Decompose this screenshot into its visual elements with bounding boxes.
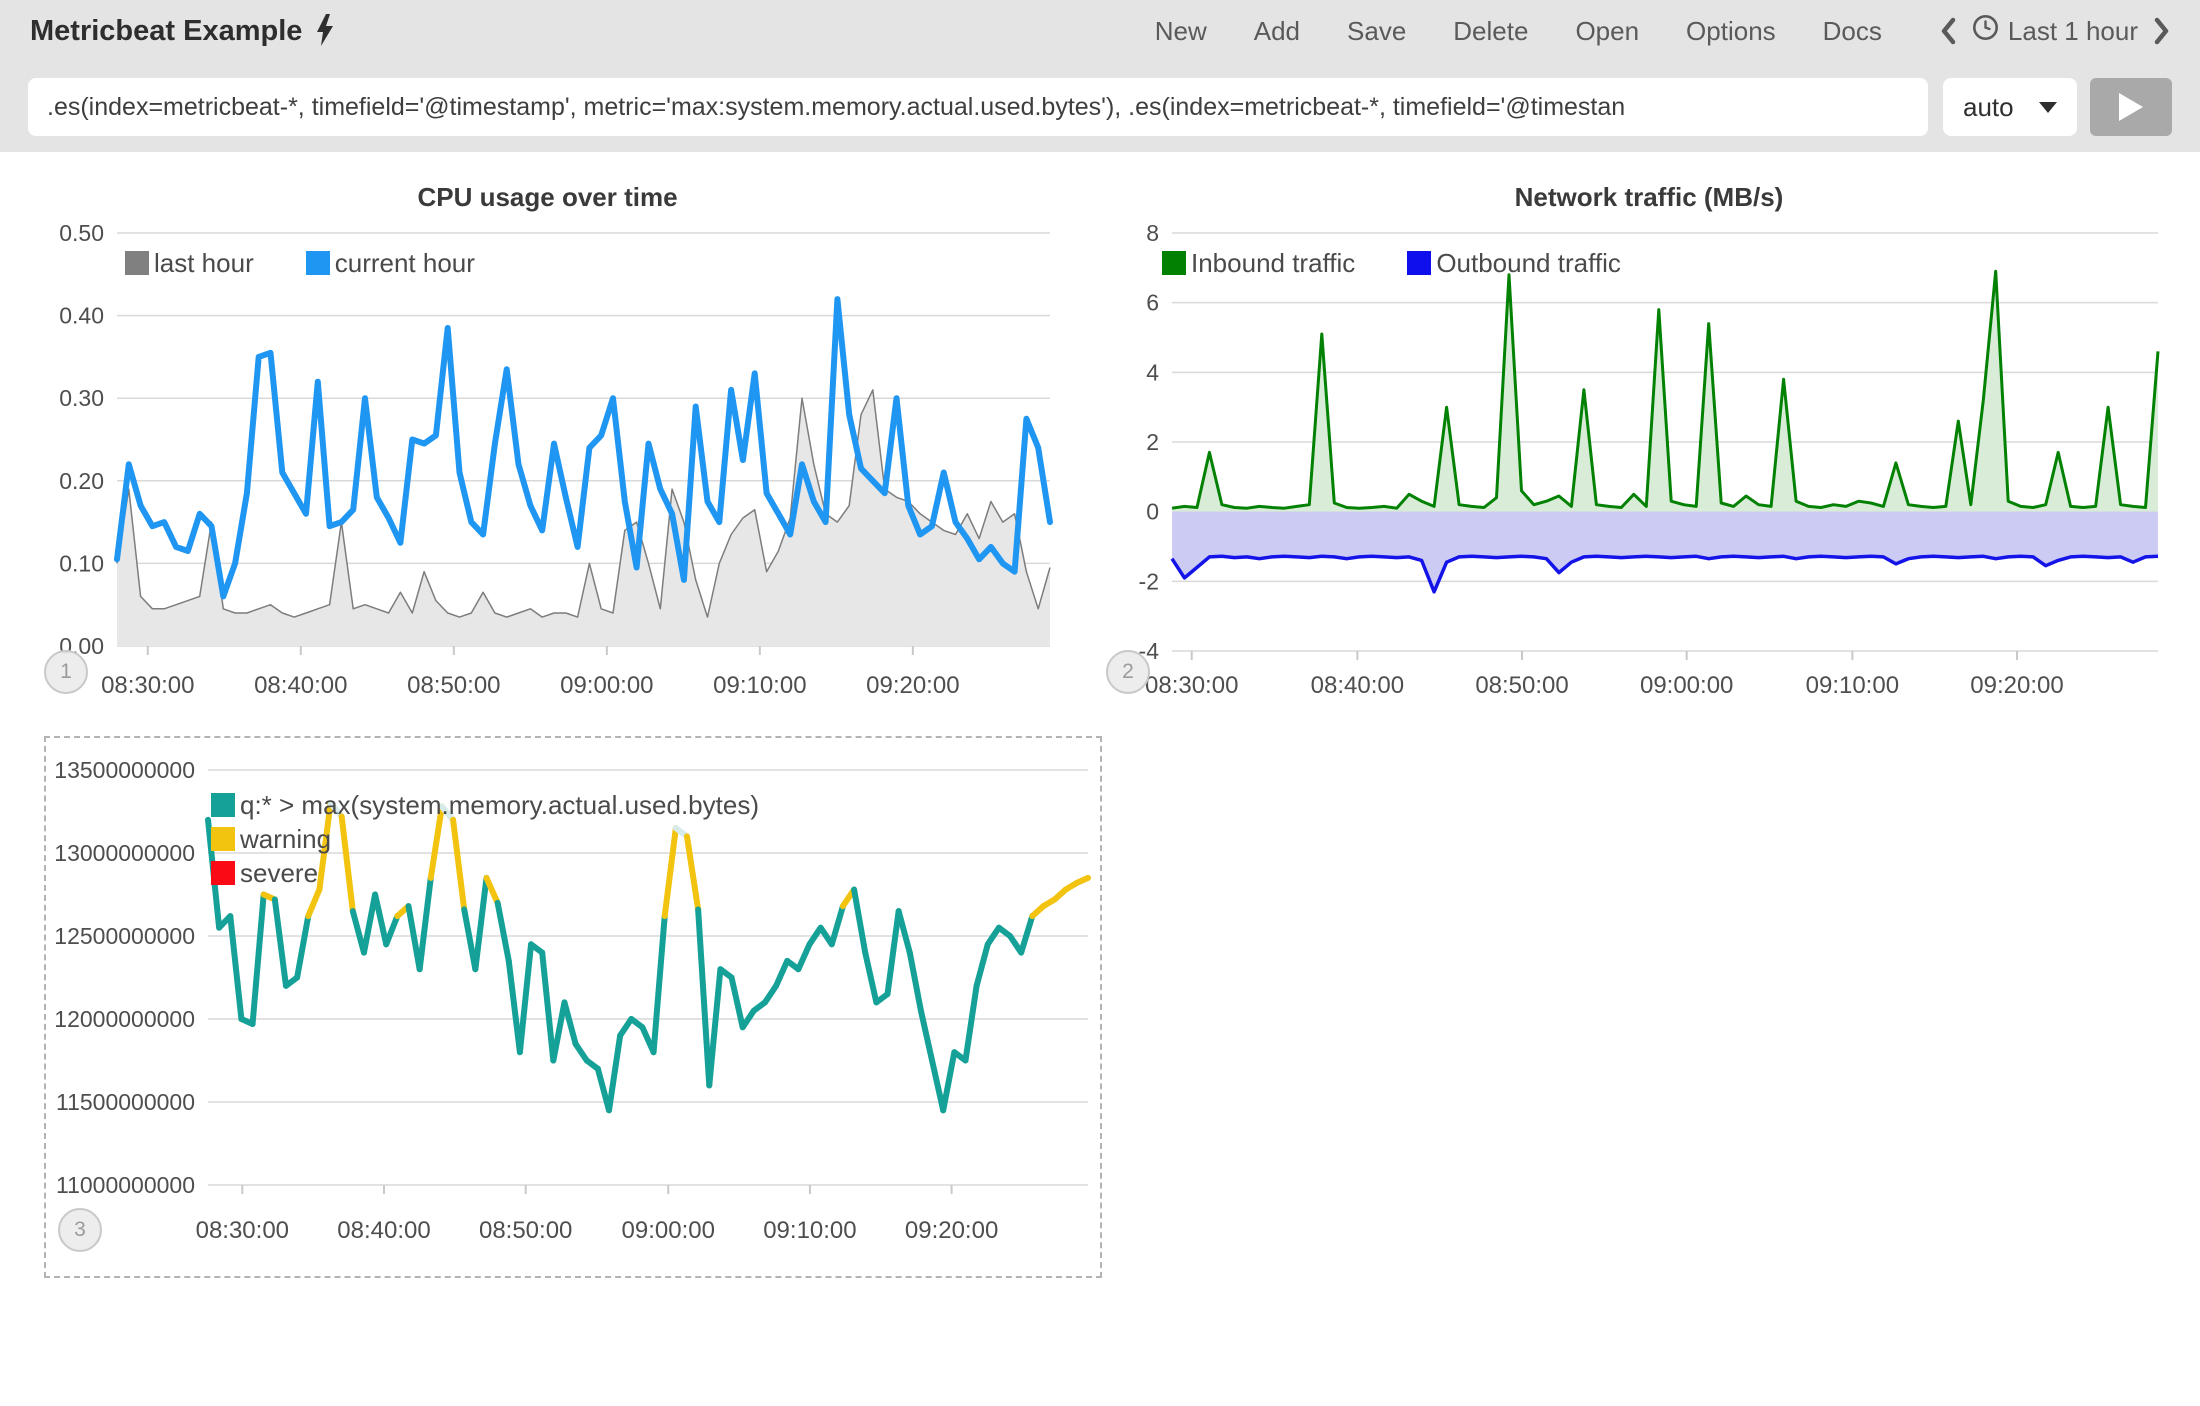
svg-text:2: 2 [1146,429,1159,455]
svg-text:09:20:00: 09:20:00 [1970,672,2063,699]
svg-text:0.10: 0.10 [59,550,104,576]
play-icon [2117,91,2145,123]
legend-label: current hour [335,248,475,279]
legend-label: Inbound traffic [1191,248,1355,279]
svg-text:0.50: 0.50 [59,220,104,246]
svg-text:0.20: 0.20 [59,468,104,494]
time-range-button[interactable]: Last 1 hour [1972,14,2138,48]
svg-text:6: 6 [1146,290,1159,316]
chart-panel-network-traffic[interactable]: Network traffic (MB/s) 86420-2-408:30:00… [1128,168,2170,728]
legend-label: last hour [154,248,254,279]
svg-text:08:50:00: 08:50:00 [1475,672,1568,699]
chart-panel-memory-used[interactable]: 13500000000 13000000000 12500000000 1200000… [44,736,1102,1278]
legend-swatch [211,793,235,817]
svg-text:08:30:00: 08:30:00 [196,1217,289,1244]
svg-text:4: 4 [1146,359,1159,385]
legend-swatch [306,251,330,275]
svg-text:08:30:00: 08:30:00 [1145,672,1238,699]
legend-swatch [211,861,235,885]
svg-text:08:50:00: 08:50:00 [479,1217,572,1244]
svg-text:12000000000: 12000000000 [54,1006,195,1032]
svg-text:09:00:00: 09:00:00 [560,672,653,699]
svg-text:13000000000: 13000000000 [54,840,195,866]
legend-item-1[interactable]: Outbound traffic [1407,246,1621,280]
timelion-expression-input[interactable] [28,78,1928,136]
chart-legend: q:* > max(system.memory.actual.used.byte… [211,788,759,890]
svg-text:08:40:00: 08:40:00 [254,672,347,699]
app-title: Metricbeat Example [30,15,302,48]
panel-number-badge: 3 [58,1208,102,1252]
svg-text:0: 0 [1146,499,1159,525]
menu-item-docs[interactable]: Docs [1823,16,1882,47]
menu-item-delete[interactable]: Delete [1453,16,1528,47]
chart-legend: last hour current hour [125,246,527,280]
panel-number-badge: 1 [44,650,88,694]
legend-item-0[interactable]: q:* > max(system.memory.actual.used.byte… [211,788,759,822]
legend-label: severe [240,858,318,889]
svg-text:11500000000: 11500000000 [56,1089,195,1115]
menu-item-save[interactable]: Save [1347,16,1406,47]
clock-icon [1972,14,1999,48]
legend-swatch [211,827,235,851]
legend-label: warning [240,824,331,855]
time-picker: Last 1 hour [1940,14,2170,48]
chart-legend: Inbound traffic Outbound traffic [1162,246,1673,280]
top-navbar: Metricbeat Example New Add Save Delete O… [0,0,2200,62]
svg-text:8: 8 [1146,220,1159,246]
svg-text:09:10:00: 09:10:00 [1806,672,1899,699]
svg-text:08:50:00: 08:50:00 [407,672,500,699]
chart-panel-cpu-usage[interactable]: CPU usage over time 0.500.400.300.200.10… [30,168,1065,728]
legend-item-1[interactable]: warning [211,822,331,856]
svg-text:09:00:00: 09:00:00 [622,1217,715,1244]
svg-text:13500000000: 13500000000 [54,757,195,783]
query-bar: auto [0,62,2200,152]
chevron-down-icon [2039,102,2057,113]
time-range-label: Last 1 hour [2008,16,2138,47]
svg-text:08:30:00: 08:30:00 [101,672,194,699]
svg-text:08:40:00: 08:40:00 [1311,672,1404,699]
lightning-bolt-icon [315,14,335,51]
svg-text:12500000000: 12500000000 [54,923,195,949]
kibana-timelion-page: Metricbeat Example New Add Save Delete O… [0,0,2200,1406]
svg-text:09:20:00: 09:20:00 [905,1217,998,1244]
menu-item-new[interactable]: New [1155,16,1207,47]
svg-text:09:20:00: 09:20:00 [866,672,959,699]
svg-text:0.30: 0.30 [59,385,104,411]
svg-text:09:10:00: 09:10:00 [763,1217,856,1244]
legend-swatch [1162,251,1186,275]
svg-text:08:40:00: 08:40:00 [337,1217,430,1244]
svg-text:11000000000: 11000000000 [56,1172,195,1198]
svg-text:09:00:00: 09:00:00 [1640,672,1733,699]
panel-number-badge: 2 [1106,650,1150,694]
svg-text:0.40: 0.40 [59,303,104,329]
menu-item-open[interactable]: Open [1575,16,1639,47]
menu-item-options[interactable]: Options [1686,16,1776,47]
navbar-menu: New Add Save Delete Open Options Docs [1155,16,1882,47]
legend-item-1[interactable]: current hour [306,246,475,280]
time-forward-button[interactable] [2154,17,2170,45]
play-button[interactable] [2090,78,2172,136]
legend-swatch [1407,251,1431,275]
svg-text:-2: -2 [1139,568,1159,594]
svg-text:09:10:00: 09:10:00 [713,672,806,699]
legend-item-0[interactable]: last hour [125,246,254,280]
legend-label: Outbound traffic [1436,248,1621,279]
legend-swatch [125,251,149,275]
legend-item-0[interactable]: Inbound traffic [1162,246,1355,280]
time-back-button[interactable] [1940,17,1956,45]
interval-select[interactable]: auto [1943,78,2077,136]
menu-item-add[interactable]: Add [1254,16,1300,47]
interval-value: auto [1963,92,2014,123]
legend-item-2[interactable]: severe [211,856,318,890]
legend-label: q:* > max(system.memory.actual.used.byte… [240,790,759,821]
